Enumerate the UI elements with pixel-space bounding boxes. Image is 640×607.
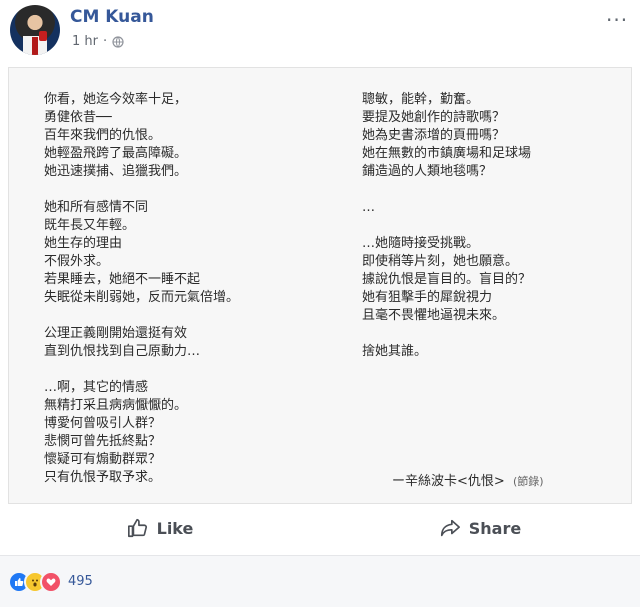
action-bar: Like Share [0,505,640,551]
thumbs-up-icon [127,518,147,538]
author-name[interactable]: CM Kuan [70,7,154,27]
attribution-text: ー辛絲波卡<仇恨> [392,474,505,489]
like-label: Like [156,518,194,538]
attribution-note: (節錄) [512,475,544,488]
share-icon [440,519,460,537]
reaction-count[interactable]: 495 [68,574,93,589]
like-button[interactable]: Like [0,517,320,539]
avatar[interactable] [10,5,60,55]
love-icon [40,570,62,593]
dot-separator: · [103,34,108,49]
share-label: Share [468,518,522,538]
poem-left-column: 你看，她迄今效率十足， 勇健依昔── 百年來我們的仇恨。 她輕盈飛跨了最高障礙。… [44,92,240,485]
avatar-tie [32,37,38,55]
poem-right-column: 聰敏，能幹，勤奮。 要提及她創作的詩歌嗎？ 她為史書添增的頁冊嗎？ 她在無數的市… [362,92,532,359]
post-header: CM Kuan 1 hr · ... [0,0,640,64]
globe-icon[interactable] [112,35,124,48]
post-time[interactable]: 1 hr [72,34,98,49]
post-meta: 1 hr · [72,34,124,49]
poem-attribution: ー辛絲波卡<仇恨> (節錄) [392,470,544,489]
more-options-button[interactable]: ... [606,2,628,26]
share-button[interactable]: Share [320,517,640,539]
reactions-bar[interactable]: 495 [0,555,640,607]
poem-image[interactable]: 你看，她迄今效率十足， 勇健依昔── 百年來我們的仇恨。 她輕盈飛跨了最高障礙。… [8,67,632,504]
avatar-microphone [39,31,47,41]
